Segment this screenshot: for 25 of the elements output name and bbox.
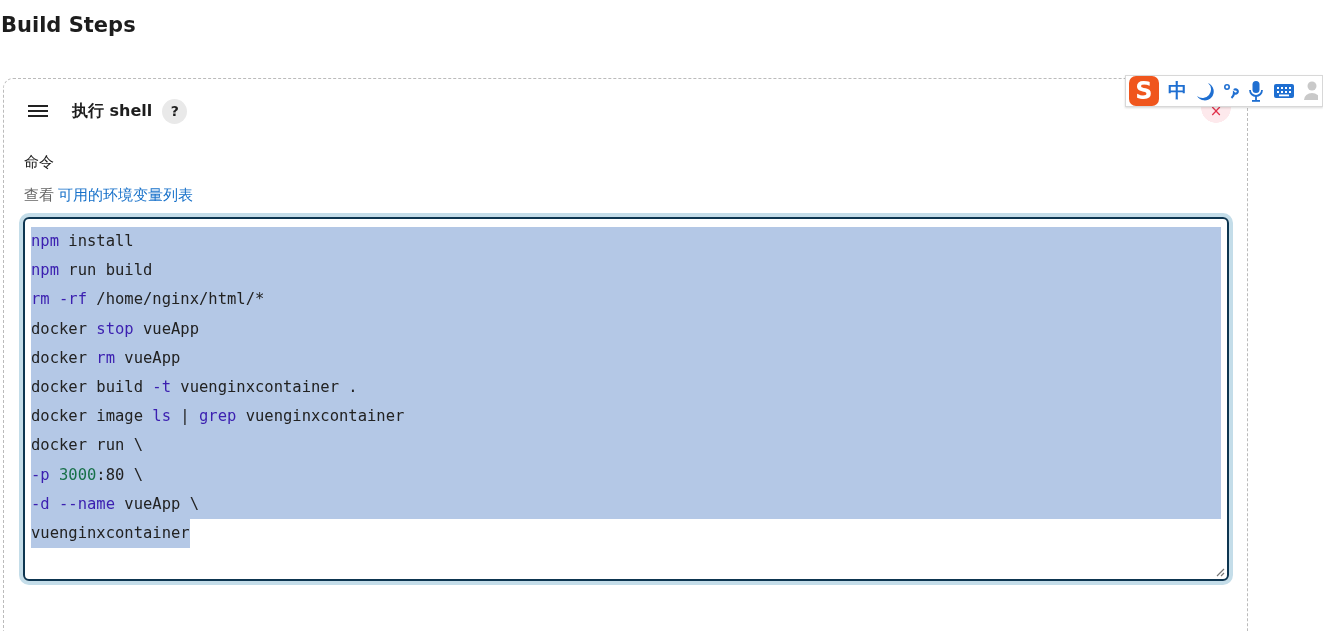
punctuation-icon[interactable]: [1223, 81, 1239, 101]
resize-grip-icon[interactable]: [1216, 568, 1225, 577]
keyboard-icon[interactable]: [1273, 82, 1295, 100]
field-label: 命令: [23, 153, 55, 173]
code-line: -p 3000:80 \: [31, 465, 143, 484]
section-heading: Build Steps: [1, 12, 137, 38]
help-button[interactable]: ?: [162, 98, 188, 124]
code-line: docker stop vueApp: [31, 319, 199, 338]
code-line: docker rm vueApp: [31, 348, 181, 367]
input-mode-toggle[interactable]: 中: [1168, 78, 1187, 104]
code-line: rm -rf /home/nginx/html/*: [31, 290, 265, 309]
moon-icon[interactable]: [1196, 81, 1214, 101]
ime-logo[interactable]: S: [1129, 76, 1159, 106]
code-line: npm install: [31, 232, 134, 250]
env-vars-link[interactable]: 可用的环境变量列表: [58, 186, 193, 204]
code-line: -d --name vueApp \: [31, 494, 199, 513]
code-line: npm run build: [31, 261, 153, 280]
step-title: 执行 shell: [72, 100, 153, 122]
code-line: docker run \: [31, 436, 143, 455]
drag-handle-icon[interactable]: [28, 104, 48, 118]
command-field[interactable]: [23, 217, 1229, 581]
microphone-icon[interactable]: [1248, 80, 1264, 102]
code-line: docker build -t vuenginxcontainer .: [31, 377, 358, 396]
hint-text: 查看: [24, 186, 54, 204]
code-line: docker image ls | grep vuenginxcontainer: [31, 407, 405, 426]
